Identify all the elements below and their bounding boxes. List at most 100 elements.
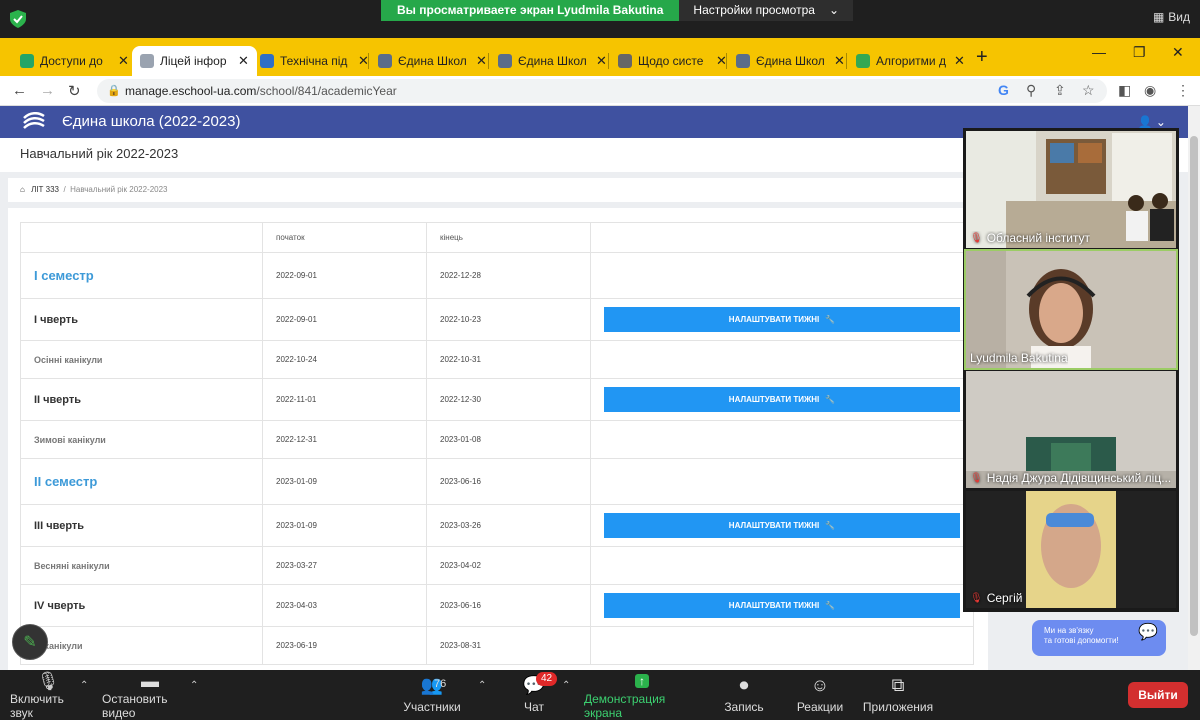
tab-label: Єдина Школ xyxy=(756,54,825,68)
stop-video-button[interactable]: ▬ Остановить видео xyxy=(102,670,198,720)
zoom-top-bar: Вы просматриваете экран Lyudmila Bakutin… xyxy=(0,0,1200,38)
browser-tab-bar: Доступи до ✕ Ліцей інфор ✕ Технічна під ✕ Єдин… xyxy=(0,38,1200,76)
participant-video[interactable]: 🎙 Обласний інститут xyxy=(966,131,1176,248)
leave-button[interactable]: Выйти xyxy=(1128,682,1188,708)
close-tab-icon[interactable]: ✕ xyxy=(476,53,487,69)
participant-video[interactable]: 🎙 Надія Джура Дідівщинський ліц... xyxy=(966,371,1176,488)
pen-icon: ✎ xyxy=(23,634,37,651)
maximize-button[interactable]: ❐ xyxy=(1133,44,1146,61)
profile-avatar-icon[interactable]: ◉ xyxy=(1144,82,1156,99)
configure-weeks-button[interactable]: НАЛАШТУВАТИ ТИЖНІ 🔧 xyxy=(604,307,960,332)
share-icon[interactable]: ⇪ xyxy=(1054,82,1066,99)
share-label: Демонстрация экрана xyxy=(584,692,666,720)
share-banner-text: Вы просматриваете экран Lyudmila Bakutin… xyxy=(381,0,680,21)
back-icon[interactable]: ← xyxy=(12,82,27,99)
page-scrollbar[interactable] xyxy=(1188,106,1200,670)
zoom-lens-icon[interactable]: ⚲ xyxy=(1026,82,1036,99)
configure-weeks-button[interactable]: НАЛАШТУВАТИ ТИЖНІ 🔧 xyxy=(604,387,960,412)
caret-up-icon[interactable]: ⌃ xyxy=(562,680,570,691)
unmute-button[interactable]: 🎙 Включить звук xyxy=(10,670,86,720)
period-start: 2022-10-24 xyxy=(262,340,427,379)
record-button[interactable]: ⏺ Запись xyxy=(722,670,766,720)
period-end: 2023-04-02 xyxy=(426,546,591,585)
scrollbar-thumb[interactable] xyxy=(1190,136,1198,636)
home-icon[interactable]: ⌂ xyxy=(20,185,25,194)
browser-tab[interactable]: Щодо систе ✕ xyxy=(610,46,735,76)
caret-up-icon[interactable]: ⌃ xyxy=(80,680,88,691)
table-row: Зимові канікули 2022-12-31 2023-01-08 xyxy=(20,420,974,459)
browser-tab[interactable]: Єдина Школ ✕ xyxy=(370,46,495,76)
grid-icon: ▦ xyxy=(1152,10,1165,24)
minimize-button[interactable]: — xyxy=(1092,44,1106,60)
breadcrumb-root[interactable]: ЛІТ 333 xyxy=(31,185,59,194)
apps-icon: ⧉ xyxy=(891,674,905,695)
period-end: 2023-01-08 xyxy=(426,420,591,459)
participants-count: 76 xyxy=(434,678,447,690)
smile-icon: ☺ xyxy=(810,674,830,695)
participants-button[interactable]: 👥 76 Участники xyxy=(403,670,460,720)
favicon-icon xyxy=(498,54,512,68)
column-header-end: кінець xyxy=(426,222,591,253)
apps-button[interactable]: ⧉ Приложения xyxy=(862,670,934,720)
period-actions xyxy=(590,340,974,379)
browser-tab[interactable]: Єдина Школ ✕ xyxy=(490,46,615,76)
browser-tab[interactable]: Доступи до ✕ xyxy=(12,46,137,76)
browser-tab[interactable]: Ліцей інфор ✕ xyxy=(132,46,257,76)
menu-kebab-icon[interactable]: ⋮ xyxy=(1176,82,1190,99)
help-chat-chip[interactable]: Ми на зв'язку та готові допомогти! 💬 xyxy=(1032,620,1166,656)
chat-label: Чат xyxy=(524,700,544,714)
close-tab-icon[interactable]: ✕ xyxy=(118,53,129,69)
period-actions xyxy=(590,546,974,585)
url-field[interactable]: 🔒 manage.eschool-ua.com/school/841/acade… xyxy=(97,79,1107,103)
participant-name: 🎙 Обласний інститут xyxy=(970,231,1091,245)
period-name: ІІ чверть xyxy=(20,378,263,421)
share-screen-button[interactable]: ↑ Демонстрация экрана xyxy=(584,670,700,720)
participant-name: Lyudmila Bakutina xyxy=(970,351,1068,365)
period-actions xyxy=(590,420,974,459)
star-icon[interactable]: ☆ xyxy=(1082,82,1095,99)
reload-icon[interactable]: ↻ xyxy=(68,82,81,100)
view-settings-button[interactable]: Настройки просмотра ⌄ xyxy=(679,0,853,21)
new-tab-button[interactable]: + xyxy=(976,46,988,69)
close-tab-icon[interactable]: ✕ xyxy=(238,53,249,69)
favicon-icon xyxy=(856,54,870,68)
annotate-pen-button[interactable]: ✎ xyxy=(12,624,48,660)
table-row: Осінні канікули 2022-10-24 2022-10-31 xyxy=(20,340,974,379)
caret-up-icon[interactable]: ⌃ xyxy=(190,680,198,691)
caret-up-icon[interactable]: ⌃ xyxy=(478,680,486,691)
url-path: /school/841/academicYear xyxy=(256,84,397,98)
breadcrumb: ⌂ ЛІТ 333 / Навчальний рік 2022-2023 xyxy=(8,178,988,202)
mic-muted-icon: 🎙 xyxy=(36,670,60,691)
reactions-button[interactable]: ☺ Реакции xyxy=(796,670,844,720)
browser-tab[interactable]: Єдина Школ ✕ xyxy=(728,46,853,76)
sidepanel-icon[interactable]: ◧ xyxy=(1118,82,1131,99)
close-tab-icon[interactable]: ✕ xyxy=(834,53,845,69)
tab-separator xyxy=(608,53,609,69)
forward-icon[interactable]: → xyxy=(40,82,55,99)
record-label: Запись xyxy=(724,700,764,714)
configure-weeks-button[interactable]: НАЛАШТУВАТИ ТИЖНІ 🔧 xyxy=(604,593,960,618)
stop-video-label: Остановить видео xyxy=(102,692,168,720)
browser-tab[interactable]: Алгоритми д ✕ xyxy=(848,46,973,76)
configure-weeks-label: НАЛАШТУВАТИ ТИЖНІ xyxy=(728,395,820,404)
tab-label: Єдина Школ xyxy=(398,54,467,68)
period-actions: НАЛАШТУВАТИ ТИЖНІ 🔧 xyxy=(590,298,974,341)
participant-video-active[interactable]: Lyudmila Bakutina xyxy=(964,249,1178,370)
period-end: 2022-12-30 xyxy=(426,378,591,421)
participant-video[interactable]: 🎙 Сергій xyxy=(966,491,1176,608)
view-button[interactable]: ▦ Вид xyxy=(1153,10,1190,24)
chat-button[interactable]: 💬 42 Чат xyxy=(520,670,558,720)
google-icon[interactable]: G xyxy=(998,82,1009,98)
period-name: Осінні канікули xyxy=(20,340,263,379)
tab-label: Технічна під xyxy=(280,54,348,68)
configure-weeks-button[interactable]: НАЛАШТУВАТИ ТИЖНІ 🔧 xyxy=(604,513,960,538)
tab-separator xyxy=(726,53,727,69)
user-icon[interactable]: 👤 ⌄ xyxy=(1138,115,1166,129)
close-tab-icon[interactable]: ✕ xyxy=(596,53,607,69)
tab-separator xyxy=(368,53,369,69)
close-tab-icon[interactable]: ✕ xyxy=(954,53,965,69)
close-window-button[interactable]: ✕ xyxy=(1172,44,1184,61)
browser-tab[interactable]: Технічна під ✕ xyxy=(252,46,377,76)
favicon-icon xyxy=(618,54,632,68)
eschool-logo-icon xyxy=(23,112,45,129)
